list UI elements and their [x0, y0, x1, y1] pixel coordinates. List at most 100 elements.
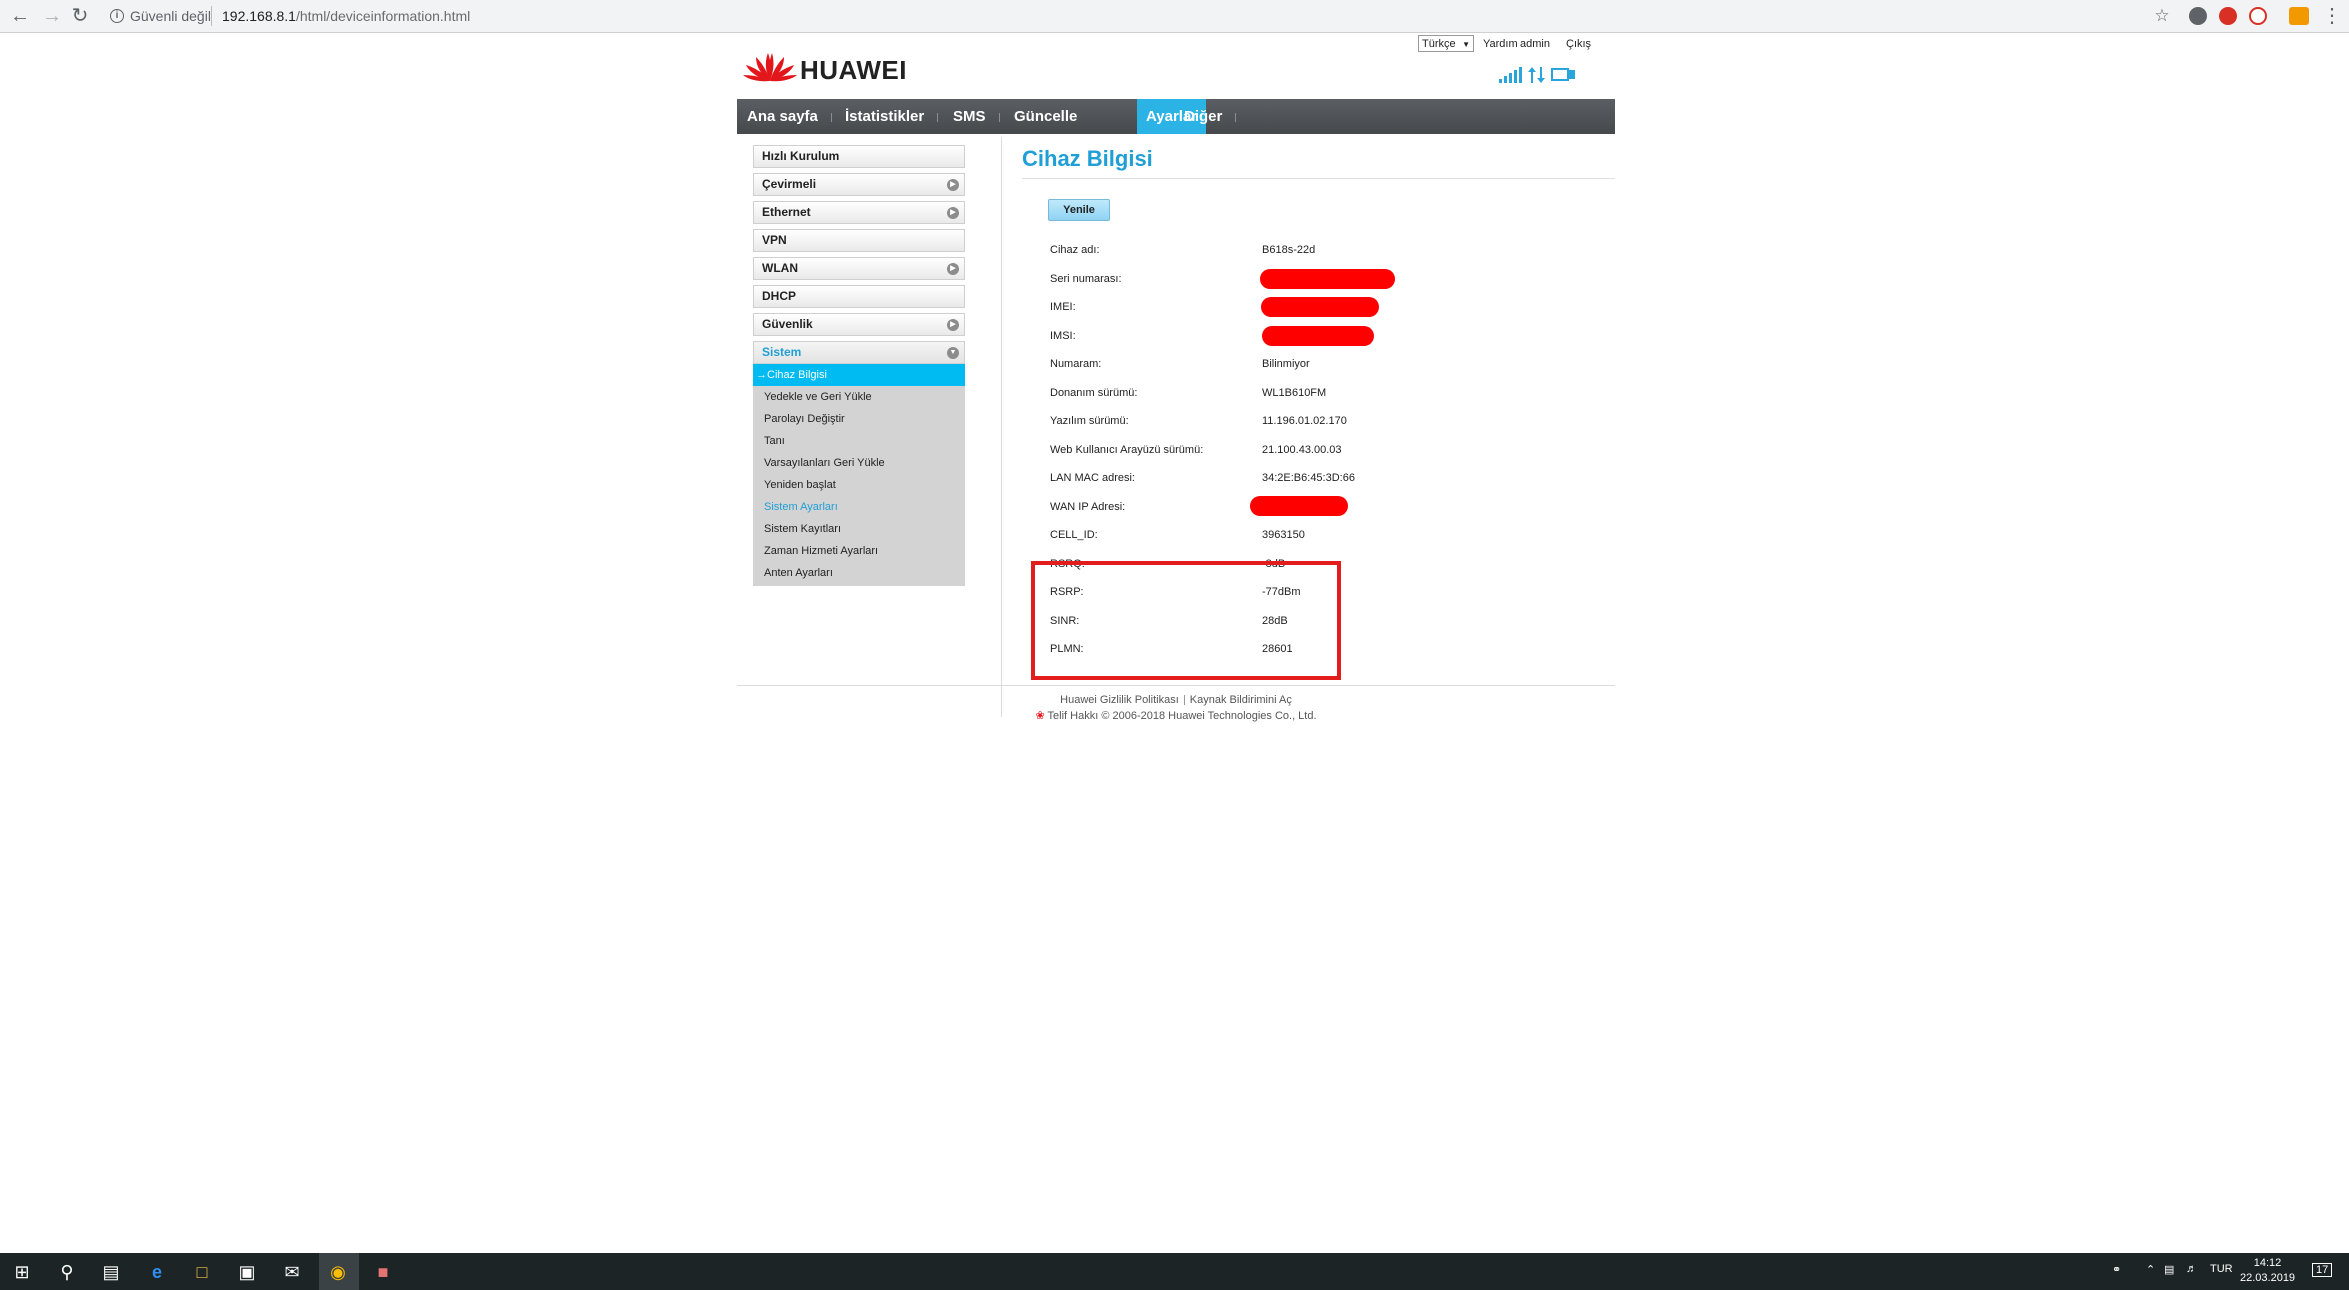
- info-row-wan-ip: WAN IP Adresi:: [1048, 495, 1468, 526]
- info-value: 21.100.43.00.03: [1262, 443, 1342, 456]
- sidebar: Hızlı Kurulum Çevirmeli ▶ Ethernet ▶ VPN W…: [753, 145, 965, 586]
- sidebar-item-security[interactable]: Güvenlik ▶: [753, 313, 965, 336]
- info-label: LAN MAC adresi:: [1050, 472, 1135, 484]
- chevron-right-icon: ▶: [947, 207, 959, 219]
- nav-other[interactable]: Diğer: [1184, 99, 1222, 134]
- sidebar-item-label: Hızlı Kurulum: [762, 149, 840, 163]
- adblock-icon[interactable]: [2219, 7, 2237, 25]
- privacy-policy-link[interactable]: Huawei Gizlilik Politikası: [1060, 694, 1179, 706]
- chevron-right-icon: ▶: [947, 179, 959, 191]
- file-explorer-icon[interactable]: □: [189, 1259, 215, 1285]
- info-row-serial-number: Seri numarası:: [1048, 268, 1468, 298]
- nav-home[interactable]: Ana sayfa: [747, 99, 818, 134]
- open-source-notice-link[interactable]: Kaynak Bildirimini Aç: [1190, 694, 1292, 706]
- submenu-item-device-info[interactable]: →Cihaz Bilgisi: [753, 364, 965, 386]
- info-label: IMEI:: [1050, 301, 1076, 313]
- sidebar-item-label: Güvenlik: [762, 317, 813, 331]
- edge-browser-icon[interactable]: e: [144, 1259, 170, 1285]
- info-label: IMSI:: [1050, 329, 1076, 342]
- system-submenu: →Cihaz Bilgisi Yedekle ve Geri Yükle Par…: [753, 364, 965, 586]
- info-row-cell-id: CELL_ID: 3963150: [1048, 525, 1468, 554]
- submenu-item-restore-defaults[interactable]: Varsayılanları Geri Yükle: [753, 452, 965, 474]
- submenu-item-reboot[interactable]: Yeniden başlat: [753, 474, 965, 496]
- info-row-hardware-version: Donanım sürümü: WL1B610FM: [1048, 383, 1468, 412]
- info-row-device-name: Cihaz adı: B618s-22d: [1048, 240, 1468, 269]
- info-row-lan-mac: LAN MAC adresi: 34:2E:B6:45:3D:66: [1048, 468, 1468, 497]
- browser-toolbar: ← → ↻ i Güvenli değil 192.168.8.1/html/d…: [0, 0, 2349, 33]
- chevron-down-icon: ▼: [1462, 40, 1470, 49]
- submenu-item-system-logs[interactable]: Sistem Kayıtları: [753, 518, 965, 540]
- redaction-mark: [1261, 297, 1379, 317]
- refresh-button[interactable]: Yenile: [1048, 199, 1110, 221]
- submenu-item-diagnosis[interactable]: Tanı: [753, 430, 965, 452]
- app-icon[interactable]: ■: [370, 1259, 396, 1285]
- windows-taskbar: ⊞ ⚲ ▤ e □ ▣ ✉ ◉ ■ ⚭ ⌃ ▤ ♬ TUR 14:12 22.0…: [0, 1253, 2349, 1290]
- sidebar-item-label: Ethernet: [762, 205, 811, 219]
- language-select[interactable]: Türkçe ▼: [1418, 35, 1474, 52]
- submenu-item-backup-restore[interactable]: Yedekle ve Geri Yükle: [753, 386, 965, 408]
- sidebar-item-vpn[interactable]: VPN: [753, 229, 965, 252]
- help-link[interactable]: Yardım: [1483, 38, 1518, 50]
- url-host: 192.168.8.1: [222, 8, 296, 24]
- chrome-icon[interactable]: ◉: [325, 1259, 351, 1285]
- compass-extension-icon[interactable]: [2249, 7, 2267, 25]
- back-icon[interactable]: ←: [8, 4, 32, 28]
- sidebar-item-wlan[interactable]: WLAN ▶: [753, 257, 965, 280]
- tray-chevron-up-icon[interactable]: ⌃: [2146, 1263, 2155, 1276]
- extension-icon[interactable]: [2189, 7, 2207, 25]
- footer-links: Huawei Gizlilik Politikası Kaynak Bildiri…: [737, 694, 1615, 706]
- info-value: 3963150: [1262, 529, 1305, 541]
- info-label: CELL_ID:: [1050, 529, 1098, 541]
- sidebar-item-dialup[interactable]: Çevirmeli ▶: [753, 173, 965, 196]
- sidebar-item-label: Çevirmeli: [762, 177, 817, 191]
- chevron-right-icon: ▶: [947, 319, 959, 331]
- sidebar-item-dhcp[interactable]: DHCP: [753, 285, 965, 308]
- submenu-item-antenna-settings[interactable]: Anten Ayarları: [753, 562, 965, 584]
- volume-icon[interactable]: ♬: [2186, 1263, 2197, 1275]
- submenu-item-change-password[interactable]: Parolayı Değiştir: [753, 408, 965, 430]
- store-icon[interactable]: ▣: [234, 1259, 260, 1285]
- language-indicator[interactable]: TUR: [2210, 1263, 2233, 1275]
- data-transfer-icon: [1528, 67, 1545, 83]
- task-view-icon[interactable]: ▤: [98, 1259, 124, 1285]
- menu-dots-icon[interactable]: ⋮: [2320, 4, 2344, 28]
- language-value: Türkçe: [1422, 38, 1456, 50]
- info-row-my-number: Numaram: Bilinmiyor: [1048, 354, 1468, 383]
- extension-badge-icon[interactable]: [2289, 7, 2309, 25]
- sidebar-item-ethernet[interactable]: Ethernet ▶: [753, 201, 965, 224]
- title-underline: [1022, 178, 1615, 179]
- content-divider: [1001, 137, 1002, 717]
- info-label: Donanım sürümü:: [1050, 386, 1138, 399]
- search-icon[interactable]: ⚲: [54, 1259, 80, 1285]
- mail-icon[interactable]: ✉: [279, 1259, 305, 1285]
- nav-separator: [831, 113, 832, 122]
- sidebar-item-quick-setup[interactable]: Hızlı Kurulum: [753, 145, 965, 168]
- windows-start-icon[interactable]: ⊞: [9, 1259, 35, 1285]
- footer-copyright: ❀ Telif Hakkı © 2006-2018 Huawei Technol…: [737, 709, 1615, 722]
- sidebar-item-system[interactable]: Sistem ▼: [753, 341, 965, 364]
- info-label: Numaram:: [1050, 358, 1102, 370]
- user-link[interactable]: admin: [1520, 38, 1550, 50]
- arrow-right-icon: →: [756, 369, 767, 381]
- nav-sms[interactable]: SMS: [953, 99, 986, 134]
- notifications-icon[interactable]: 17: [2312, 1263, 2333, 1277]
- logout-link[interactable]: Çıkış: [1566, 38, 1591, 50]
- nav-statistics[interactable]: İstatistikler: [845, 99, 924, 134]
- info-icon[interactable]: i: [110, 9, 124, 23]
- notification-count: 17: [2316, 1264, 2329, 1276]
- url-text[interactable]: 192.168.8.1/html/deviceinformation.html: [222, 8, 470, 24]
- copyright-text: Telif Hakkı © 2006-2018 Huawei Technolog…: [1047, 710, 1317, 722]
- bookmark-star-icon[interactable]: ☆: [2150, 4, 2174, 28]
- nav-update[interactable]: Güncelle: [1014, 99, 1077, 134]
- nav-separator: [1235, 113, 1236, 122]
- people-icon[interactable]: ⚭: [2112, 1263, 2121, 1276]
- signal-strength-icon: [1499, 67, 1522, 83]
- clock[interactable]: 14:12 22.03.2019: [2240, 1256, 2295, 1286]
- submenu-item-system-settings[interactable]: Sistem Ayarları: [753, 496, 965, 518]
- forward-icon[interactable]: →: [40, 4, 64, 28]
- status-icons: [1499, 67, 1575, 83]
- reload-icon[interactable]: ↻: [68, 4, 92, 28]
- footer-divider: [737, 685, 1615, 686]
- network-icon[interactable]: ▤: [2164, 1263, 2174, 1276]
- submenu-item-time-settings[interactable]: Zaman Hizmeti Ayarları: [753, 540, 965, 562]
